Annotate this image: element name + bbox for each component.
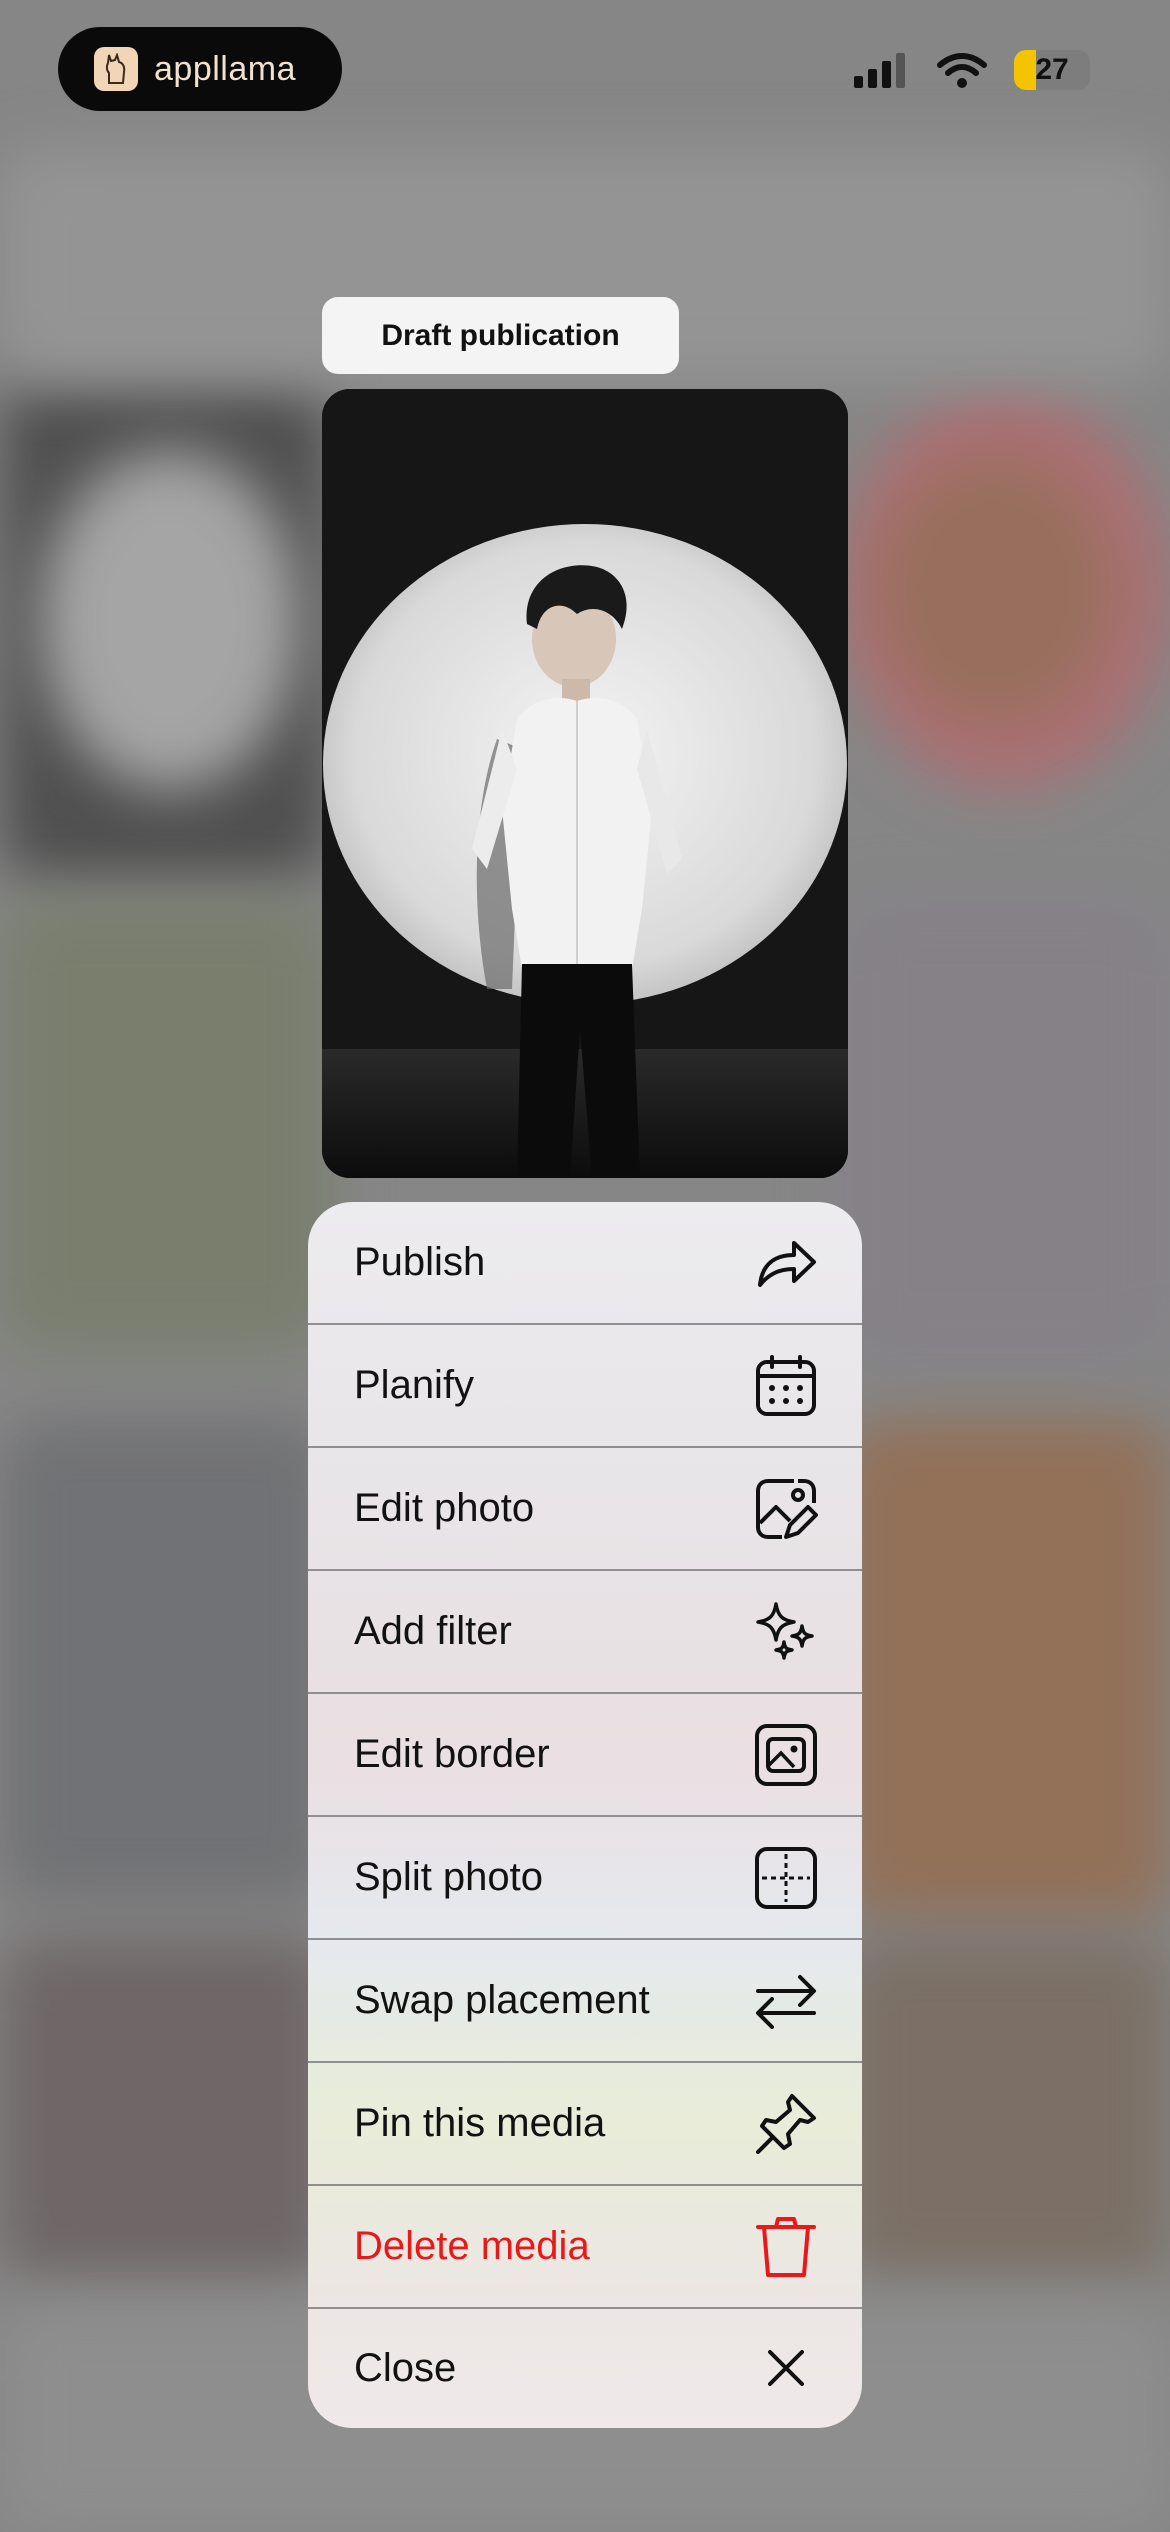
app-brand: appllama: [154, 49, 296, 88]
menu-item-label: Planify: [354, 1363, 475, 1407]
portrait-image: [322, 389, 848, 1178]
menu-item-label: Add filter: [354, 1609, 512, 1653]
battery-icon: 27: [1014, 50, 1090, 90]
sparkles-icon: [754, 1600, 818, 1664]
menu-item-label: Edit photo: [354, 1486, 535, 1530]
app-badge: appllama: [58, 27, 342, 111]
trash-icon: [754, 2215, 818, 2279]
menu-item-add-filter[interactable]: Add filter: [308, 1571, 862, 1694]
menu-item-delete-media[interactable]: Delete media: [308, 2186, 862, 2309]
menu-item-edit-photo[interactable]: Edit photo: [308, 1448, 862, 1571]
menu-item-label: Close: [354, 2345, 457, 2390]
split-grid-icon: [754, 1846, 818, 1910]
menu-item-label: Split photo: [354, 1855, 544, 1899]
swap-arrows-icon: [754, 1969, 818, 2033]
menu-item-label: Publish: [354, 1240, 486, 1284]
menu-item-close[interactable]: Close: [308, 2309, 862, 2427]
menu-item-split-photo[interactable]: Split photo: [308, 1817, 862, 1940]
calendar-icon: [754, 1354, 818, 1418]
cellular-signal-icon: [854, 53, 905, 88]
menu-item-edit-border[interactable]: Edit border: [308, 1694, 862, 1817]
menu-item-publish[interactable]: Publish: [308, 1202, 862, 1325]
border-photo-icon: [754, 1723, 818, 1787]
draft-publication-label: Draft publication: [322, 297, 679, 374]
menu-item-pin-media[interactable]: Pin this media: [308, 2063, 862, 2186]
menu-item-label: Edit border: [354, 1732, 550, 1776]
menu-item-label: Pin this media: [354, 2101, 606, 2145]
status-icons: 27: [854, 50, 1090, 90]
share-arrow-icon: [754, 1231, 818, 1295]
menu-item-label: Swap placement: [354, 1978, 650, 2022]
pin-icon: [754, 2092, 818, 2156]
llama-logo-icon: [94, 47, 138, 91]
post-photo[interactable]: [322, 389, 848, 1178]
menu-item-planify[interactable]: Planify: [308, 1325, 862, 1448]
battery-level: 27: [1035, 53, 1069, 86]
context-menu: Publish Planify Edit photo Add filter Ed…: [308, 1202, 862, 2428]
menu-item-label: Delete media: [354, 2224, 590, 2268]
edit-photo-icon: [754, 1477, 818, 1541]
wifi-icon: [937, 53, 987, 88]
menu-item-swap-placement[interactable]: Swap placement: [308, 1940, 862, 2063]
close-icon: [754, 2336, 818, 2400]
